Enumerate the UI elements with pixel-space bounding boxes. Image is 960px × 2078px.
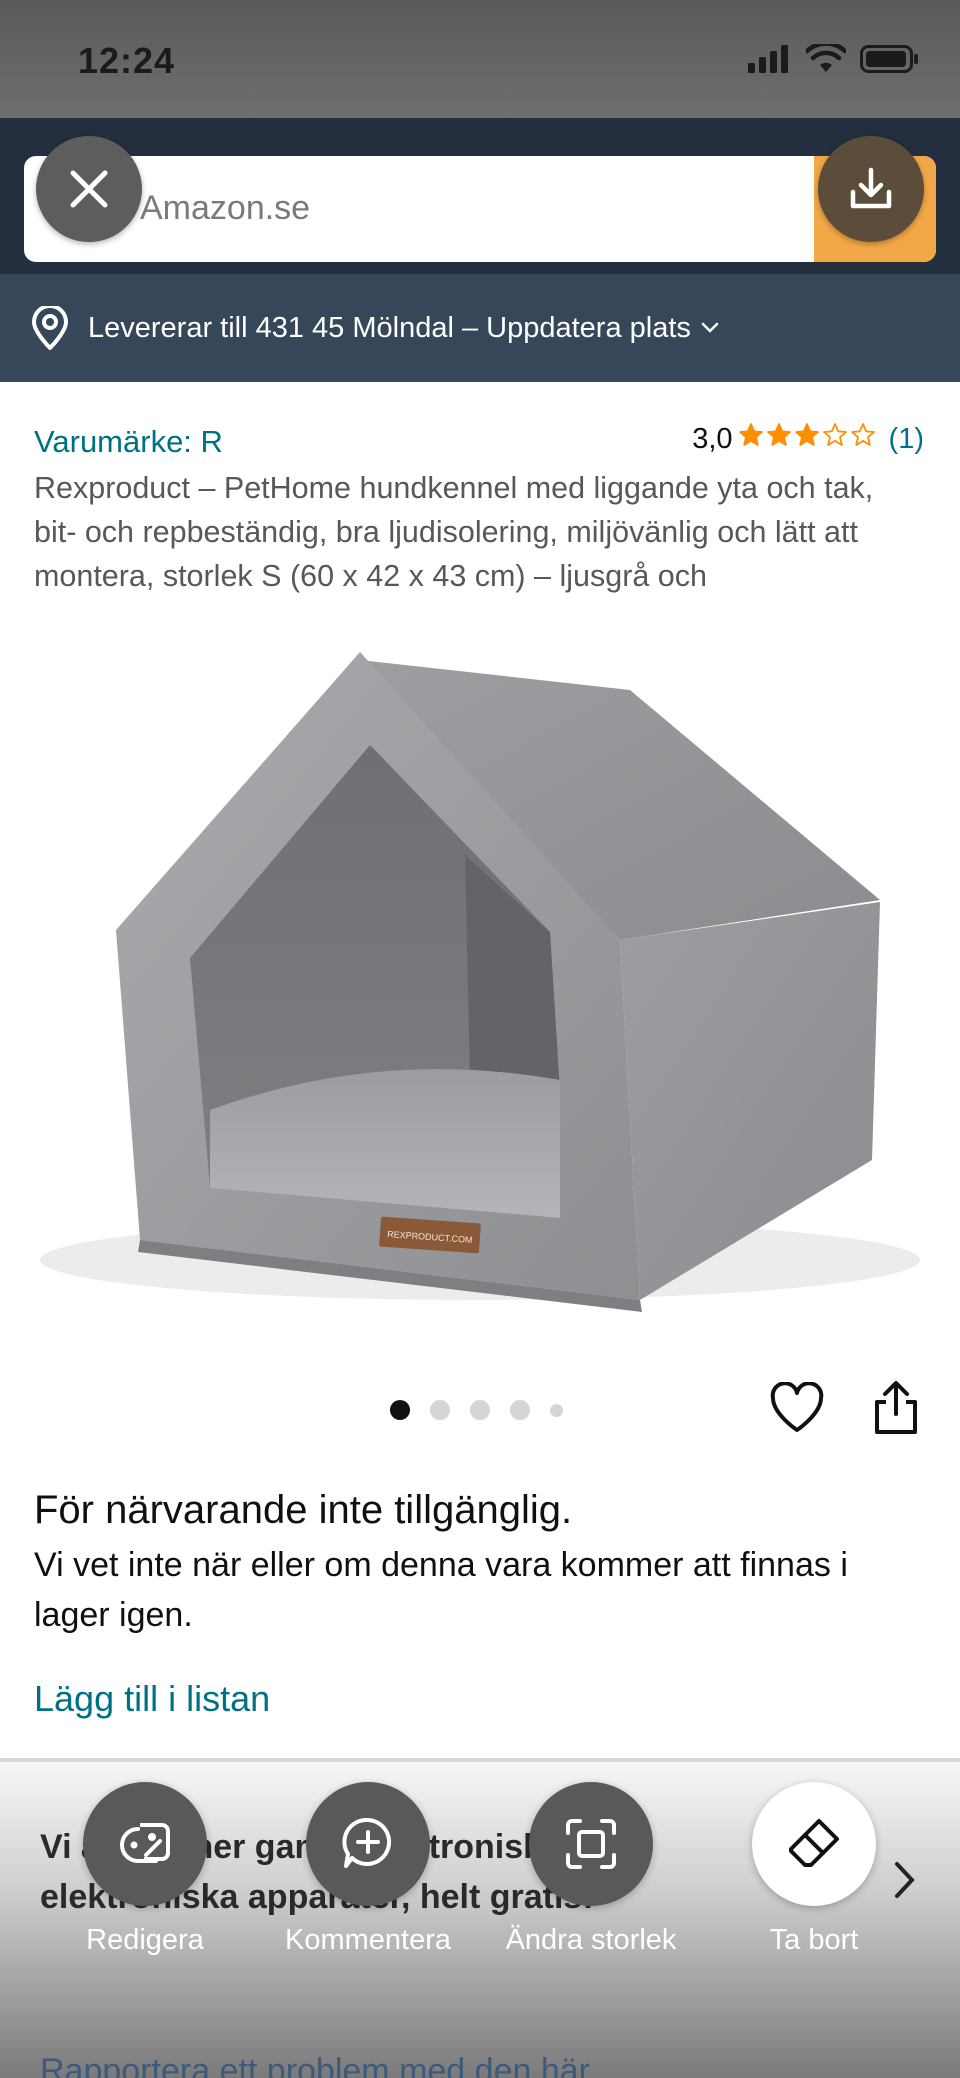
comment-tool[interactable]: Kommentera xyxy=(268,1782,468,1957)
availability-message: Vi vet inte när eller om denna vara komm… xyxy=(34,1546,848,1634)
share-icon[interactable] xyxy=(872,1380,920,1436)
remove-tool-label: Ta bort xyxy=(769,1924,859,1956)
resize-tool[interactable]: Ändra storlek xyxy=(491,1782,691,1957)
edit-tool-button[interactable] xyxy=(83,1782,207,1906)
edit-toolbar: Redigera Kommentera Ändra storlek Ta bor… xyxy=(0,1782,960,1972)
search-bar[interactable] xyxy=(24,156,936,262)
star-icon xyxy=(822,423,847,446)
star-icon xyxy=(738,423,763,446)
comment-tool-button[interactable] xyxy=(306,1782,430,1906)
resize-icon xyxy=(566,1819,616,1869)
star-icon xyxy=(850,423,875,446)
star-icon xyxy=(766,423,791,446)
resize-tool-label: Ändra storlek xyxy=(505,1924,677,1956)
carousel-dot[interactable] xyxy=(550,1403,563,1417)
product-title: Rexproduct – PetHome hundkennel med ligg… xyxy=(34,471,874,593)
availability-heading: För närvarande inte tillgänglig. xyxy=(34,1488,573,1532)
edit-tool[interactable]: Redigera xyxy=(45,1782,245,1957)
palette-icon xyxy=(120,1823,170,1863)
rating-value: 3,0 xyxy=(692,422,733,455)
signal-icon xyxy=(748,45,788,73)
carousel-dot[interactable] xyxy=(470,1400,490,1420)
delivery-location-bar[interactable]: Levererar till 431 45 Mölndal – Uppdater… xyxy=(0,274,960,382)
search-input[interactable] xyxy=(140,180,700,236)
brand-link[interactable]: Varumärke: R xyxy=(34,424,223,460)
comment-add-icon xyxy=(342,1817,392,1868)
rating-summary[interactable]: 3,0 (1) xyxy=(692,422,924,456)
resize-tool-button[interactable] xyxy=(529,1782,653,1906)
heart-icon[interactable] xyxy=(770,1382,824,1434)
chevron-down-icon xyxy=(701,322,719,333)
star-icon xyxy=(794,423,819,446)
carousel-dot[interactable] xyxy=(390,1400,410,1420)
comment-tool-label: Kommentera xyxy=(284,1924,451,1956)
status-icons xyxy=(748,44,920,74)
close-icon xyxy=(70,170,108,208)
star-rating xyxy=(737,422,877,456)
edit-tool-label: Redigera xyxy=(86,1924,204,1956)
status-time: 12:24 xyxy=(78,40,176,81)
rating-count-link[interactable]: (1) xyxy=(889,423,924,456)
amazon-header xyxy=(0,118,960,274)
image-carousel-dots[interactable] xyxy=(390,1400,563,1420)
remove-tool[interactable]: Ta bort xyxy=(714,1782,914,1957)
download-button[interactable] xyxy=(818,136,924,242)
status-bar: 12:24 xyxy=(0,0,960,118)
carousel-dot[interactable] xyxy=(510,1400,530,1420)
product-image[interactable]: REXPRODUCT.COM xyxy=(20,640,940,1330)
eraser-icon xyxy=(789,1819,839,1867)
remove-tool-button[interactable] xyxy=(752,1782,876,1906)
add-to-list-link[interactable]: Lägg till i listan xyxy=(34,1678,270,1720)
location-pin-icon xyxy=(31,306,69,350)
carousel-dot[interactable] xyxy=(430,1400,450,1420)
report-problem-link[interactable]: Rapportera ett problem med den här xyxy=(40,2052,590,2078)
wifi-icon xyxy=(806,44,846,72)
close-button[interactable] xyxy=(36,136,142,242)
download-icon xyxy=(850,167,892,209)
battery-icon xyxy=(860,45,918,73)
delivery-text: Levererar till 431 45 Mölndal – Uppdater… xyxy=(88,311,691,344)
